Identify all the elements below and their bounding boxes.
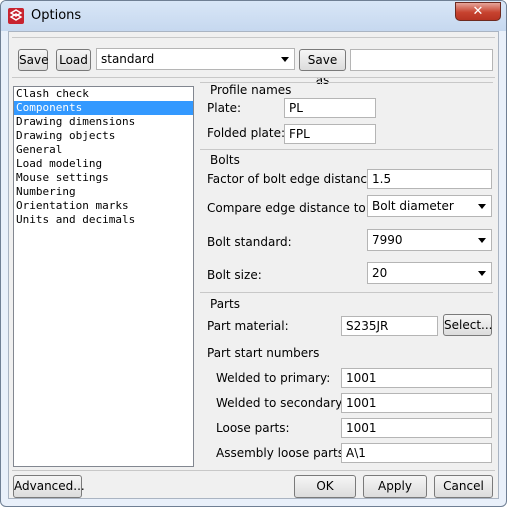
welded-secondary-input[interactable]: 1001 (341, 393, 492, 413)
bolts-heading: Bolts (210, 153, 240, 167)
bolt-standard-select[interactable]: 7990 (367, 229, 492, 251)
compare-edge-label: Compare edge distance to: (207, 201, 370, 215)
toolbar-top-divider (12, 37, 495, 38)
toolbar-bottom-divider (12, 77, 495, 78)
save-as-button[interactable]: Save as (299, 49, 346, 87)
folded-plate-input[interactable]: FPL (284, 124, 376, 144)
options-window: Options ✕ Save Load standard Save as Cla… (0, 0, 507, 507)
list-item[interactable]: General (14, 143, 193, 157)
loose-parts-input[interactable]: 1001 (341, 418, 492, 438)
apply-button[interactable]: Apply (363, 475, 427, 498)
category-list[interactable]: Clash check Components Drawing dimension… (13, 86, 194, 467)
parts-heading: Parts (210, 297, 240, 311)
chevron-down-icon (478, 238, 486, 243)
parts-divider (200, 292, 493, 293)
welded-secondary-label: Welded to secondary: (216, 396, 346, 410)
save-button[interactable]: Save (18, 49, 48, 71)
preset-value: standard (101, 52, 155, 66)
advanced-button[interactable]: Advanced... (13, 475, 85, 498)
list-item[interactable]: Units and decimals (14, 213, 193, 227)
folded-plate-label: Folded plate: (207, 126, 286, 140)
part-material-input[interactable]: S235JR (341, 316, 438, 336)
bolt-standard-value: 7990 (372, 233, 403, 247)
cancel-button[interactable]: Cancel (434, 475, 493, 498)
list-item[interactable]: Drawing dimensions (14, 115, 193, 129)
bolt-size-label: Bolt size: (207, 268, 262, 282)
dialog-body: Save Load standard Save as Clash check C… (8, 31, 499, 499)
close-icon: ✕ (472, 4, 484, 19)
title-bar[interactable]: Options ✕ (1, 1, 506, 31)
welded-primary-input[interactable]: 1001 (341, 368, 492, 388)
plate-label: Plate: (207, 101, 242, 115)
compare-edge-select[interactable]: Bolt diameter (367, 195, 492, 217)
part-start-numbers-heading: Part start numbers (207, 346, 320, 360)
chevron-down-icon (281, 57, 289, 62)
assembly-loose-parts-input[interactable]: A\1 (341, 443, 492, 463)
edge-factor-label: Factor of bolt edge distance: (207, 172, 379, 186)
select-material-button[interactable]: Select... (443, 314, 492, 336)
bolts-divider (200, 149, 493, 150)
list-item[interactable]: Orientation marks (14, 199, 193, 213)
part-material-label: Part material: (207, 319, 289, 333)
edge-factor-input[interactable]: 1.5 (367, 169, 492, 189)
app-icon (8, 8, 24, 24)
footer-divider (12, 470, 495, 471)
compare-edge-value: Bolt diameter (372, 199, 454, 213)
chevron-down-icon (478, 204, 486, 209)
close-button[interactable]: ✕ (455, 2, 501, 21)
save-as-name-input[interactable] (350, 49, 493, 71)
bolt-size-select[interactable]: 20 (367, 262, 492, 284)
list-item[interactable]: Mouse settings (14, 171, 193, 185)
load-button[interactable]: Load (56, 49, 91, 71)
preset-select[interactable]: standard (96, 48, 295, 70)
list-item-selected[interactable]: Components (14, 101, 193, 115)
welded-primary-label: Welded to primary: (216, 371, 331, 385)
list-item[interactable]: Numbering (14, 185, 193, 199)
window-title: Options (31, 8, 82, 23)
list-item[interactable]: Drawing objects (14, 129, 193, 143)
loose-parts-label: Loose parts: (216, 421, 290, 435)
plate-input[interactable]: PL (284, 98, 376, 118)
list-item[interactable]: Clash check (14, 87, 193, 101)
list-item[interactable]: Load modeling (14, 157, 193, 171)
bolt-size-value: 20 (372, 266, 388, 280)
assembly-loose-parts-label: Assembly loose parts: (216, 446, 349, 460)
profile-names-heading: Profile names (210, 83, 292, 97)
chevron-down-icon (478, 271, 486, 276)
ok-button[interactable]: OK (294, 475, 356, 498)
bolt-standard-label: Bolt standard: (207, 235, 292, 249)
